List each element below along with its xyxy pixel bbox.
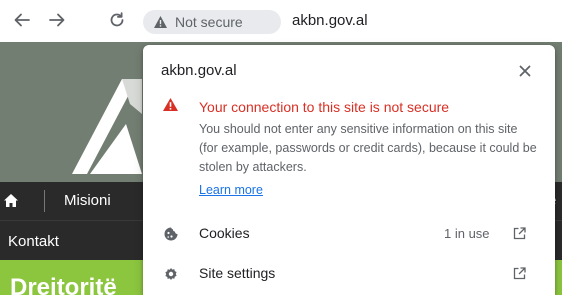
site-settings-row[interactable]: Site settings xyxy=(143,256,555,292)
cookies-label: Cookies xyxy=(199,225,250,241)
back-arrow-icon[interactable] xyxy=(10,8,34,32)
page-info-popup: akbn.gov.al Your connection to this site… xyxy=(143,45,555,295)
security-chip[interactable]: Not secure xyxy=(143,10,281,34)
banner-text: Drejtoritë xyxy=(10,274,117,295)
nav-item-kontakt[interactable]: Kontakt xyxy=(8,233,59,250)
external-link-icon[interactable] xyxy=(513,267,526,285)
site-settings-label: Site settings xyxy=(199,265,276,281)
cookies-row[interactable]: Cookies 1 in use xyxy=(143,216,555,252)
security-warning-title: Your connection to this site is not secu… xyxy=(199,99,450,115)
learn-more-link[interactable]: Learn more xyxy=(199,183,263,197)
nav-divider xyxy=(44,190,45,212)
address-bar-url[interactable]: akbn.gov.al xyxy=(292,12,368,29)
close-icon[interactable] xyxy=(517,63,533,79)
cookies-count: 1 in use xyxy=(444,226,490,241)
home-icon[interactable] xyxy=(3,193,19,213)
warning-triangle-icon xyxy=(162,97,179,117)
reload-icon[interactable] xyxy=(105,8,129,32)
cookie-icon xyxy=(163,226,179,247)
popup-title: akbn.gov.al xyxy=(161,62,237,79)
browser-toolbar: Not secure akbn.gov.al xyxy=(0,0,562,42)
external-link-icon[interactable] xyxy=(513,227,526,245)
gear-icon xyxy=(163,266,179,287)
security-warning-description: You should not enter any sensitive infor… xyxy=(199,122,537,174)
forward-arrow-icon[interactable] xyxy=(45,8,69,32)
warning-triangle-icon xyxy=(153,15,168,29)
nav-item-misioni[interactable]: Misioni xyxy=(64,192,111,209)
security-chip-label: Not secure xyxy=(175,14,243,30)
